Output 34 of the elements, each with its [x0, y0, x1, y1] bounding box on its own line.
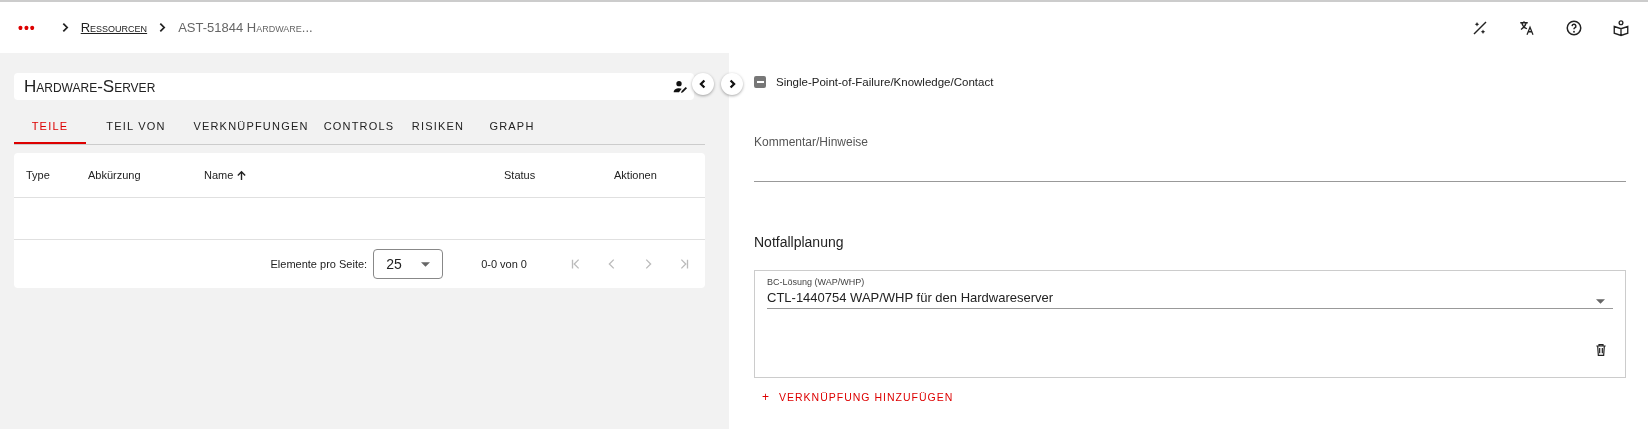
checkbox-label: Single-Point-of-Failure/Knowledge/Contact [776, 76, 994, 88]
select-field[interactable]: BC-Lösung (WAP/WHP) CTL-1440754 WAP/WHP für den Hardwareserver [767, 277, 1613, 309]
page-size-label: Elemente pro Seite: [270, 258, 368, 270]
add-link-button[interactable]: + VERKNÜPFUNG HINZUFÜGEN [756, 386, 960, 408]
card-title: Hardware-Server [24, 76, 157, 97]
comment-field[interactable]: Kommentar/Hinweise [754, 132, 1626, 182]
dropdown-arrow-icon [1596, 299, 1605, 304]
tab[interactable]: CONTROLS [316, 110, 402, 144]
book-user-icon[interactable] [1612, 18, 1630, 37]
delete-icon[interactable] [1593, 342, 1609, 358]
tab[interactable]: GRAPH [474, 110, 550, 144]
page-range: 0-0 von 0 [481, 258, 527, 270]
magic-wand-off-icon[interactable] [1471, 18, 1489, 37]
column-header[interactable]: Status [504, 169, 604, 181]
column-header[interactable]: Aktionen [604, 169, 694, 181]
help-icon[interactable] [1565, 18, 1583, 37]
previous-button[interactable] [692, 73, 714, 95]
tab[interactable]: RISIKEN [402, 110, 474, 144]
section-title: Notfallplanung [754, 234, 845, 250]
next-button[interactable] [721, 73, 743, 95]
user-edit-icon[interactable] [673, 78, 689, 95]
tab[interactable]: TEIL VON [86, 110, 186, 144]
tab[interactable]: VERKNÜPFUNGEN [186, 110, 316, 144]
column-header[interactable]: Name [204, 169, 504, 181]
breadcrumb-item: AST-51844 Hardware... [178, 20, 313, 35]
breadcrumb-link[interactable]: Ressourcen [80, 20, 148, 35]
dropdown-arrow-icon [421, 261, 431, 267]
page-size-select[interactable]: 25 [373, 249, 444, 279]
checkbox[interactable] [754, 76, 766, 88]
column-header[interactable]: Abkürzung [88, 169, 204, 181]
column-header[interactable]: Type [14, 169, 88, 181]
translate-icon[interactable] [1518, 18, 1536, 37]
tab[interactable]: TEILE [14, 110, 86, 144]
more-button[interactable]: ••• [18, 19, 36, 36]
